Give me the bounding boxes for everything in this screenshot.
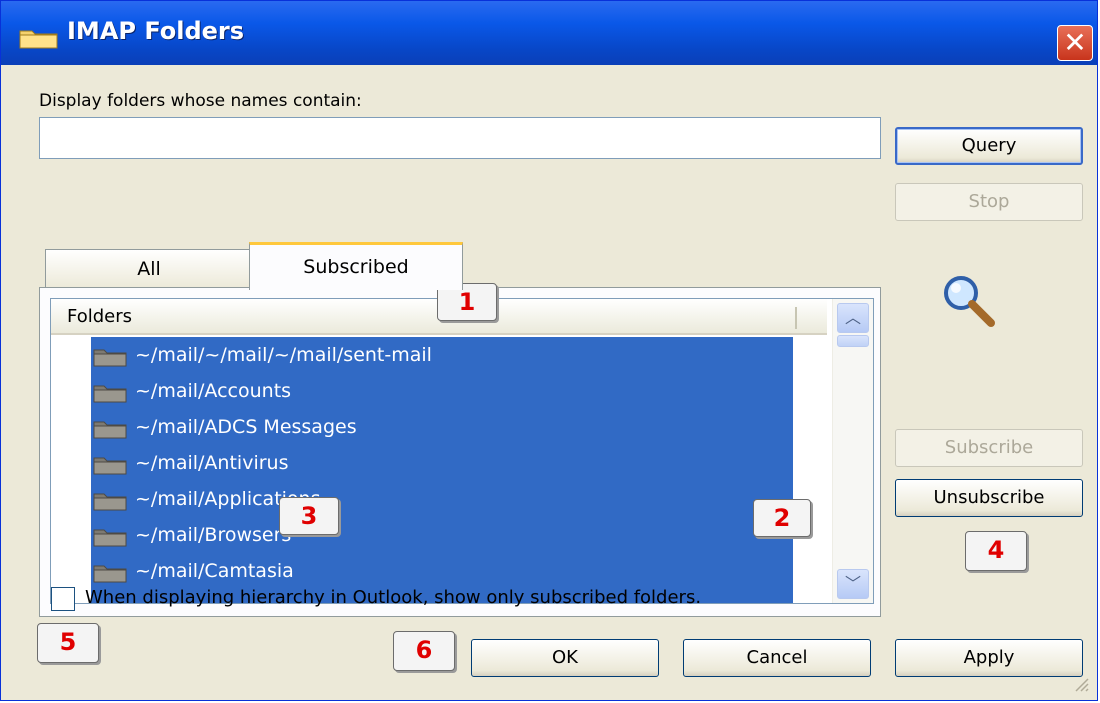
folder-icon — [93, 349, 127, 367]
list-item[interactable]: ~/mail/Applications — [91, 481, 793, 517]
folder-name-filter-input[interactable] — [39, 117, 881, 159]
folder-name: ~/mail/Accounts — [135, 380, 292, 402]
scroll-down-button[interactable]: ﹀ — [837, 569, 869, 599]
folder-list[interactable]: Folders ~/mail/~/mail/~/mail/sent-mail ~… — [50, 298, 874, 604]
list-item[interactable]: ~/mail/Camtasia — [91, 553, 793, 589]
close-button[interactable]: ✕ — [1057, 25, 1093, 61]
cancel-button[interactable]: Cancel — [683, 639, 871, 677]
query-button[interactable]: Query — [895, 127, 1083, 165]
close-icon: ✕ — [1063, 26, 1087, 59]
callout-3: 3 — [279, 497, 339, 535]
chevron-up-icon: ︿ — [844, 308, 861, 327]
tab-all[interactable]: All — [45, 249, 253, 289]
apply-button[interactable]: Apply — [895, 639, 1083, 677]
magnifier-icon — [944, 276, 995, 327]
vertical-scrollbar[interactable]: ︿ ﹀ — [832, 299, 873, 603]
callout-4: 4 — [965, 531, 1027, 571]
folder-name: ~/mail/Antivirus — [135, 452, 289, 474]
list-item[interactable]: ~/mail/~/mail/~/mail/sent-mail — [91, 337, 793, 373]
folder-icon — [93, 421, 127, 439]
subscribed-only-checkbox[interactable] — [51, 587, 75, 611]
folder-icon — [19, 30, 58, 49]
folder-icon — [93, 385, 127, 403]
resize-grip-icon[interactable] — [1073, 676, 1089, 692]
tab-subscribed[interactable]: Subscribed — [249, 242, 463, 290]
folder-icon — [93, 457, 127, 475]
folder-name: ~/mail/Browsers — [135, 524, 292, 546]
list-item[interactable]: ~/mail/Accounts — [91, 373, 793, 409]
title-bar[interactable]: IMAP Folders ✕ — [1, 1, 1097, 65]
folder-name: ~/mail/ADCS Messages — [135, 416, 357, 438]
chevron-down-icon: ﹀ — [844, 574, 861, 593]
stop-button[interactable]: Stop — [895, 183, 1083, 221]
subscribe-button[interactable]: Subscribe — [895, 429, 1083, 467]
folder-icon — [93, 565, 127, 583]
subscribed-only-label: When displaying hierarchy in Outlook, sh… — [85, 587, 702, 608]
dialog-body: Display folders whose names contain: Que… — [9, 65, 1089, 692]
folder-icon — [93, 493, 127, 511]
folder-icon — [93, 529, 127, 547]
folder-name: ~/mail/~/mail/~/mail/sent-mail — [135, 344, 432, 366]
column-header-label: Folders — [67, 306, 133, 327]
callout-2: 2 — [753, 499, 811, 537]
list-item[interactable]: ~/mail/Browsers — [91, 517, 793, 553]
scroll-up-button[interactable]: ︿ — [837, 303, 869, 333]
tab-panel-subscribed: Folders ~/mail/~/mail/~/mail/sent-mail ~… — [39, 287, 881, 617]
list-item[interactable]: ~/mail/Antivirus — [91, 445, 793, 481]
imap-folders-dialog: IMAP Folders ✕ Display folders whose nam… — [0, 0, 1098, 701]
column-separator[interactable] — [795, 307, 797, 329]
filter-label: Display folders whose names contain: — [39, 91, 362, 111]
unsubscribe-button[interactable]: Unsubscribe — [895, 479, 1083, 517]
ok-button[interactable]: OK — [471, 639, 659, 677]
window-title: IMAP Folders — [67, 17, 245, 45]
folder-rows: ~/mail/~/mail/~/mail/sent-mail ~/mail/Ac… — [91, 337, 793, 603]
callout-6: 6 — [393, 631, 455, 671]
scroll-thumb[interactable] — [837, 335, 869, 347]
list-item[interactable]: ~/mail/ADCS Messages — [91, 409, 793, 445]
callout-5: 5 — [37, 623, 99, 663]
folder-name: ~/mail/Camtasia — [135, 560, 294, 582]
